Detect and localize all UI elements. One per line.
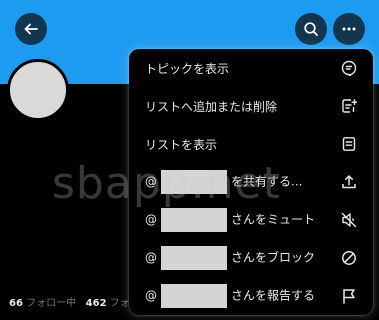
- following-count[interactable]: 66: [9, 298, 23, 309]
- menu-item-block[interactable]: @ さんをブロック: [129, 239, 373, 277]
- report-suffix: さんを報告する: [231, 288, 316, 303]
- menu-item-label: @ さんを報告する: [145, 284, 315, 308]
- followers-count[interactable]: 462: [86, 298, 107, 309]
- menu-item-label: @ さんをミュート: [145, 208, 315, 232]
- menu-item-label: リストへ追加または削除: [145, 99, 278, 114]
- following-label[interactable]: フォロー中: [26, 298, 76, 309]
- mute-suffix: さんをミュート: [231, 212, 316, 227]
- block-suffix: さんをブロック: [231, 250, 316, 265]
- list-icon: [342, 137, 356, 151]
- flag-icon: [343, 289, 355, 304]
- menu-item-label: @ さんをブロック: [145, 246, 315, 270]
- mute-icon: [341, 212, 357, 228]
- menu-item-share[interactable]: @ を共有する...: [129, 163, 373, 201]
- topic-icon: [341, 60, 357, 76]
- list-add-icon: [342, 99, 357, 113]
- menu-item-label: リストを表示: [145, 137, 218, 152]
- menu-item-view-lists[interactable]: リストを表示: [129, 125, 373, 163]
- menu-item-label: トピックを表示: [145, 61, 230, 76]
- more-horizontal-icon: [342, 27, 356, 31]
- at-prefix: @: [145, 212, 157, 227]
- avatar[interactable]: [7, 59, 69, 121]
- redacted-username: [161, 208, 227, 232]
- menu-item-view-topics[interactable]: トピックを表示: [129, 49, 373, 87]
- back-button[interactable]: [15, 13, 47, 45]
- block-icon: [342, 251, 356, 265]
- followers-label[interactable]: フォ: [110, 298, 130, 309]
- search-button[interactable]: [295, 13, 327, 45]
- menu-item-label: @ を共有する...: [145, 170, 302, 194]
- menu-item-add-remove-list[interactable]: リストへ追加または削除: [129, 87, 373, 125]
- more-button[interactable]: [333, 13, 365, 45]
- at-prefix: @: [145, 174, 157, 189]
- follow-stats: 66 フォロー中 462 フォ: [9, 294, 130, 309]
- share-icon: [342, 175, 356, 189]
- redacted-username: [161, 246, 227, 270]
- redacted-username: [161, 170, 227, 194]
- at-prefix: @: [145, 250, 157, 265]
- search-icon: [304, 22, 318, 36]
- at-prefix: @: [145, 288, 157, 303]
- more-options-menu: トピックを表示 リストへ追加または削除 リストを表示 @ を共有する... @: [129, 49, 373, 315]
- menu-item-mute[interactable]: @ さんをミュート: [129, 201, 373, 239]
- arrow-left-icon: [24, 23, 38, 35]
- menu-item-report[interactable]: @ さんを報告する: [129, 277, 373, 315]
- share-suffix: を共有する...: [231, 174, 303, 189]
- redacted-username: [161, 284, 227, 308]
